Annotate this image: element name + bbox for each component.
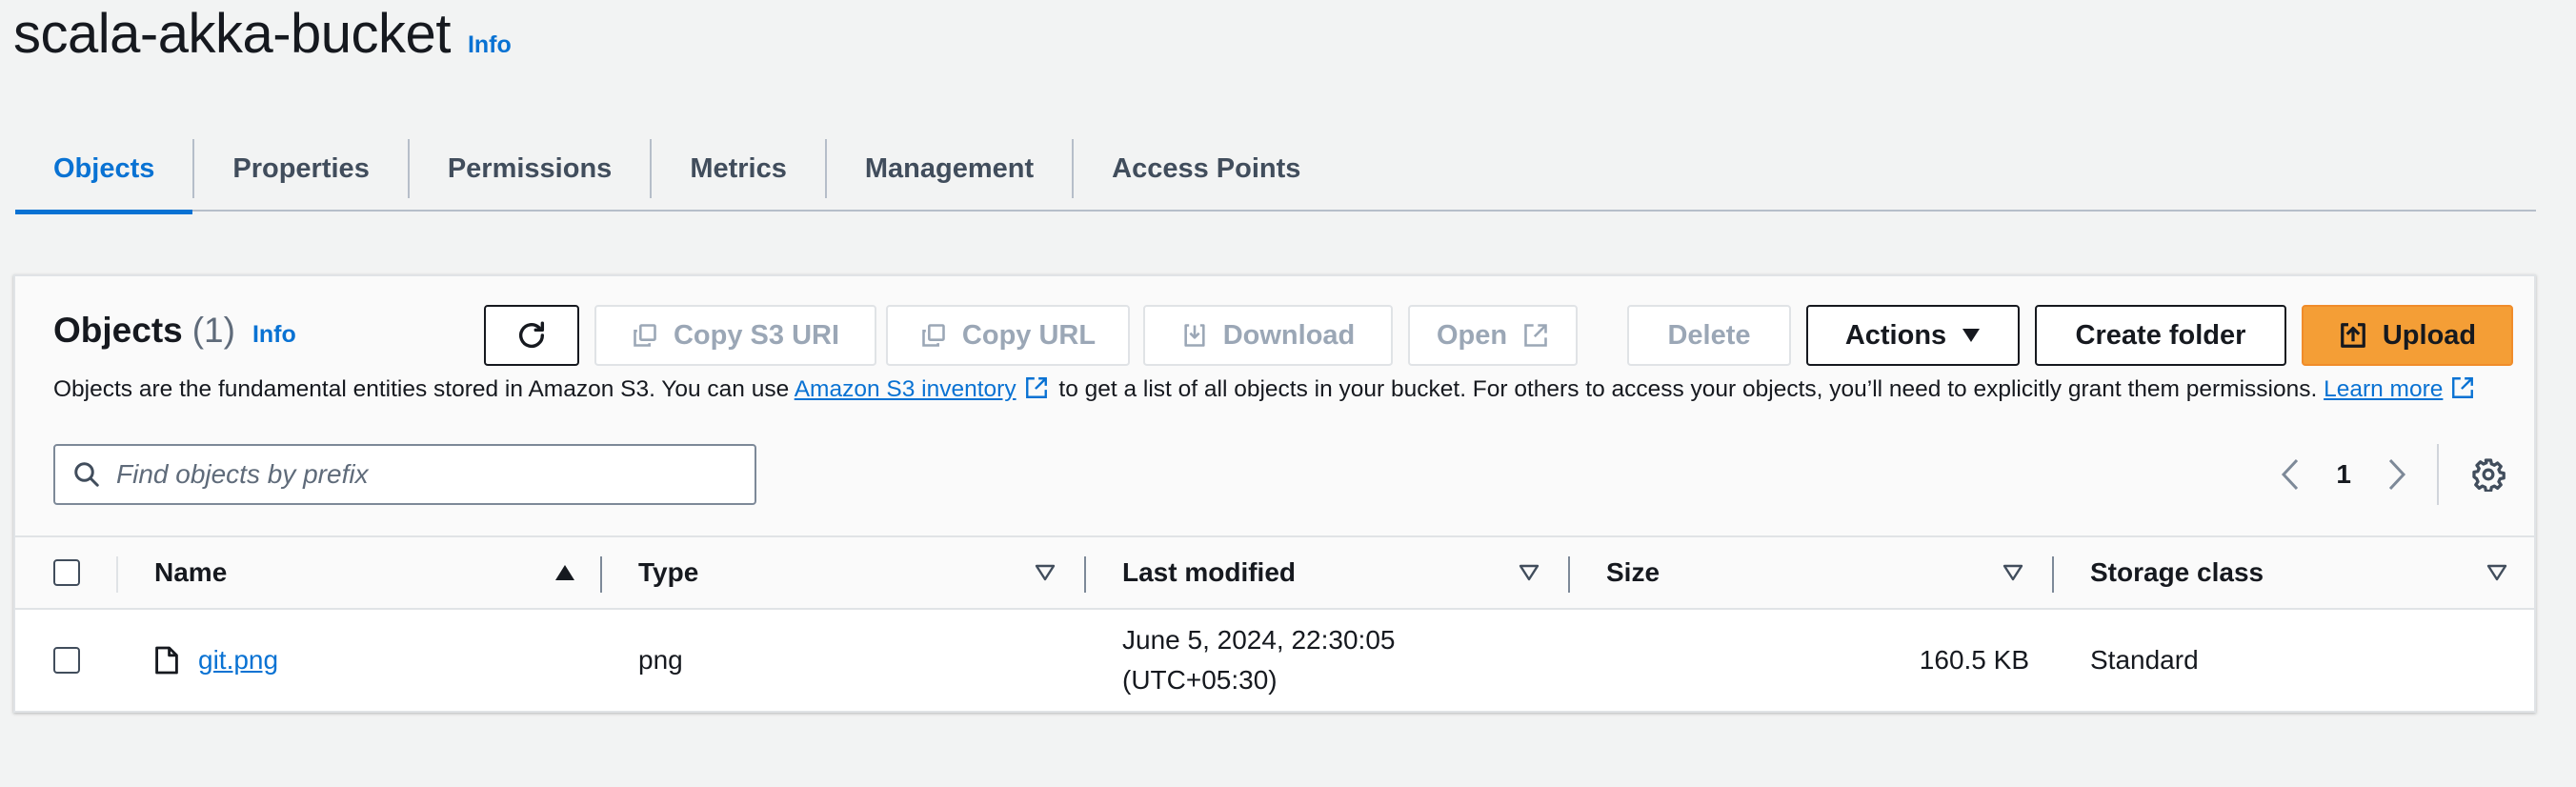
external-link-icon bbox=[1024, 375, 1049, 400]
search-input[interactable]: Find objects by prefix bbox=[53, 444, 756, 505]
pagination: 1 bbox=[2271, 444, 2534, 505]
search-icon bbox=[72, 460, 101, 489]
objects-info-link[interactable]: Info bbox=[252, 321, 296, 349]
column-header-size[interactable]: Size bbox=[1606, 537, 1660, 608]
select-all-cell bbox=[53, 537, 80, 608]
delete-label: Delete bbox=[1667, 319, 1751, 351]
table-row: git.png png June 5, 2024, 22:30:05 (UTC+… bbox=[15, 610, 2534, 713]
column-header-storage-class[interactable]: Storage class bbox=[2090, 537, 2264, 608]
column-divider[interactable] bbox=[2052, 556, 2054, 593]
external-link-icon bbox=[1522, 322, 1549, 349]
create-folder-button[interactable]: Create folder bbox=[2035, 305, 2286, 366]
preferences-button[interactable] bbox=[2458, 444, 2519, 505]
objects-title: Objects bbox=[53, 311, 183, 350]
column-divider bbox=[116, 556, 118, 593]
description-text: Objects are the fundamental entities sto… bbox=[53, 376, 795, 402]
title-info-link[interactable]: Info bbox=[468, 31, 512, 59]
copy-s3-uri-button[interactable]: Copy S3 URI bbox=[594, 305, 876, 366]
chevron-right-icon bbox=[2386, 457, 2407, 492]
select-all-checkbox[interactable] bbox=[53, 559, 80, 586]
copy-icon bbox=[920, 322, 947, 349]
download-label: Download bbox=[1222, 319, 1356, 351]
tab-objects[interactable]: Objects bbox=[15, 126, 193, 214]
sort-ascending-icon[interactable] bbox=[554, 537, 575, 608]
refresh-icon bbox=[515, 319, 548, 352]
upload-button[interactable]: Upload bbox=[2302, 305, 2513, 366]
tab-bar: Objects Properties Permissions Metrics M… bbox=[15, 126, 2536, 214]
copy-url-label: Copy URL bbox=[961, 319, 1097, 351]
tab-permissions[interactable]: Permissions bbox=[410, 126, 650, 212]
page-header: scala-akka-bucket Info bbox=[13, 2, 512, 69]
objects-description: Objects are the fundamental entities sto… bbox=[53, 375, 2479, 403]
objects-table: Name Type Last modified Size Storage cla… bbox=[15, 535, 2534, 713]
tab-access-points[interactable]: Access Points bbox=[1074, 126, 1338, 212]
file-icon bbox=[154, 645, 179, 676]
column-divider[interactable] bbox=[1568, 556, 1570, 593]
actions-label: Actions bbox=[1844, 319, 1947, 351]
column-divider[interactable] bbox=[1084, 556, 1086, 593]
actions-dropdown-button[interactable]: Actions bbox=[1806, 305, 2020, 366]
objects-count: (1) bbox=[191, 311, 235, 350]
external-link-icon bbox=[2450, 375, 2475, 400]
column-header-name[interactable]: Name bbox=[154, 537, 227, 608]
chevron-left-icon bbox=[2280, 457, 2301, 492]
download-icon bbox=[1181, 322, 1208, 349]
objects-header: Objects (1) Info Copy S3 URI Copy URL Do… bbox=[15, 276, 2534, 535]
tab-metrics[interactable]: Metrics bbox=[652, 126, 825, 212]
column-header-last-modified[interactable]: Last modified bbox=[1122, 537, 1296, 608]
last-modified-date: June 5, 2024, 22:30:05 bbox=[1122, 625, 1396, 655]
s3-inventory-link[interactable]: Amazon S3 inventory bbox=[795, 376, 1016, 402]
search-placeholder: Find objects by prefix bbox=[116, 459, 369, 489]
page-number[interactable]: 1 bbox=[2336, 459, 2351, 490]
sort-icon[interactable] bbox=[1035, 537, 1056, 608]
tab-management[interactable]: Management bbox=[827, 126, 1072, 212]
object-name-link[interactable]: git.png bbox=[198, 645, 278, 676]
upload-icon bbox=[2339, 321, 2367, 350]
sort-icon[interactable] bbox=[2486, 537, 2507, 608]
upload-label: Upload bbox=[2382, 319, 2477, 351]
copy-url-button[interactable]: Copy URL bbox=[886, 305, 1130, 366]
table-header-row: Name Type Last modified Size Storage cla… bbox=[15, 535, 2534, 610]
tab-properties[interactable]: Properties bbox=[194, 126, 407, 212]
pagination-divider bbox=[2437, 444, 2439, 505]
caret-down-icon bbox=[1962, 328, 1981, 343]
delete-button[interactable]: Delete bbox=[1627, 305, 1791, 366]
last-modified-cell: June 5, 2024, 22:30:05 (UTC+05:30) bbox=[1122, 610, 1395, 711]
name-cell: git.png bbox=[154, 610, 278, 711]
copy-icon bbox=[632, 322, 658, 349]
download-button[interactable]: Download bbox=[1143, 305, 1393, 366]
size-cell: 160.5 KB bbox=[1919, 645, 2029, 675]
sort-icon[interactable] bbox=[1519, 537, 1540, 608]
storage-class-cell: Standard bbox=[2090, 645, 2199, 675]
open-label: Open bbox=[1436, 319, 1508, 351]
last-modified-timezone: (UTC+05:30) bbox=[1122, 665, 1278, 695]
page-title: scala-akka-bucket bbox=[13, 3, 451, 65]
open-button[interactable]: Open bbox=[1408, 305, 1578, 366]
previous-page-button[interactable] bbox=[2271, 444, 2309, 505]
copy-s3-uri-label: Copy S3 URI bbox=[673, 319, 840, 351]
objects-container: Objects (1) Info Copy S3 URI Copy URL Do… bbox=[13, 274, 2536, 713]
description-text-continued: to get a list of all objects in your buc… bbox=[1052, 376, 2324, 402]
type-cell: png bbox=[638, 645, 683, 675]
row-checkbox[interactable] bbox=[53, 647, 80, 674]
column-divider[interactable] bbox=[600, 556, 602, 593]
refresh-button[interactable] bbox=[484, 305, 579, 366]
learn-more-link[interactable]: Learn more bbox=[2324, 376, 2443, 402]
next-page-button[interactable] bbox=[2378, 444, 2416, 505]
sort-icon[interactable] bbox=[2002, 537, 2023, 608]
gear-icon bbox=[2471, 457, 2506, 492]
row-select-cell bbox=[53, 610, 80, 711]
column-header-type[interactable]: Type bbox=[638, 537, 698, 608]
objects-heading: Objects (1) Info bbox=[53, 311, 296, 351]
create-folder-label: Create folder bbox=[2075, 319, 2246, 351]
